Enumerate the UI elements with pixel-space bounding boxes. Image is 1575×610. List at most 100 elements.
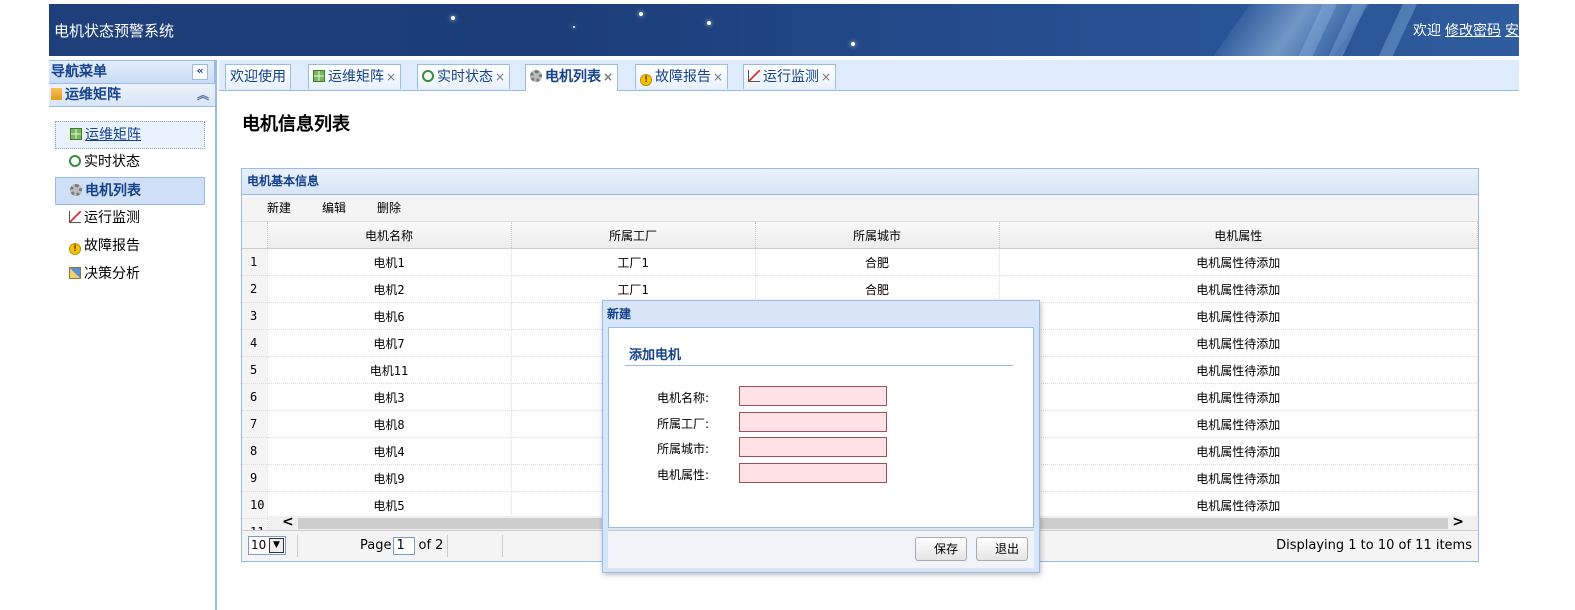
tab-close-icon[interactable]: × <box>713 70 723 84</box>
chart-icon <box>748 70 760 82</box>
double-chevron-left-icon[interactable]: « <box>192 64 208 80</box>
table-cell: 电机2 <box>267 275 512 303</box>
dialog-body: 添加电机 电机名称: 所属工厂: 所属城市: 电机属性: <box>608 327 1034 528</box>
sidebar-item-label: 实时状态 <box>84 154 140 170</box>
tab-close-icon[interactable]: × <box>821 70 831 84</box>
app-header: 电机状态预警系统 欢迎 修改密码安 <box>49 4 1519 56</box>
city-input[interactable] <box>739 437 887 457</box>
chevron-right-icon[interactable]: > <box>1452 514 1464 530</box>
panel-title: 电机基本信息 <box>242 169 1478 195</box>
factory-input[interactable] <box>739 412 887 432</box>
column-header[interactable]: 电机属性 <box>999 222 1478 249</box>
change-password-link[interactable]: 修改密码 <box>1445 23 1501 39</box>
tab-realtime-status[interactable]: 实时状态 × <box>417 64 511 89</box>
row-number: 2 <box>242 275 268 303</box>
tab-close-icon[interactable]: × <box>603 70 613 84</box>
table-cell: 合肥 <box>755 275 1000 303</box>
table-cell: 合肥 <box>755 248 1000 276</box>
sidebar-item-operation-monitor[interactable]: 运行监测 <box>55 205 205 233</box>
grid-toolbar: 新建 编辑 删除 <box>242 195 1478 222</box>
save-button[interactable]: 保存 <box>915 537 967 561</box>
sidebar-item-decision-analysis[interactable]: 决策分析 <box>55 261 205 289</box>
tab-close-icon[interactable]: × <box>495 70 505 84</box>
display-info: Displaying 1 to 10 of 11 items <box>1276 538 1472 553</box>
exit-button[interactable]: 退出 <box>976 537 1028 561</box>
sidebar-item-realtime-status[interactable]: 实时状态 <box>55 149 205 177</box>
row-number: 5 <box>242 356 268 384</box>
table-cell: 电机属性待添加 <box>999 383 1478 411</box>
tab-label: 电机列表 <box>545 69 601 85</box>
page-size-value: 10 <box>251 538 267 552</box>
tab-operation-monitor[interactable]: 运行监测 × <box>743 64 837 89</box>
tab-close-icon[interactable]: × <box>386 70 396 84</box>
table-cell: 电机属性待添加 <box>999 464 1478 492</box>
column-header[interactable]: 电机名称 <box>267 222 512 249</box>
new-button[interactable]: 新建 <box>267 195 291 221</box>
sidebar-item-label: 决策分析 <box>84 266 140 282</box>
pager-separator <box>297 535 298 557</box>
pencil-icon <box>69 267 81 279</box>
nav-menu-header: 导航菜单 « <box>49 60 215 84</box>
sidebar-item-label: 运行监测 <box>84 210 140 226</box>
table-cell: 电机11 <box>267 356 512 384</box>
field-label: 所属工厂: <box>657 417 710 431</box>
field-label: 电机属性: <box>657 468 710 482</box>
sidebar-item-fault-report[interactable]: ! 故障报告 <box>55 233 205 261</box>
row-number: 6 <box>242 383 268 411</box>
tab-label: 故障报告 <box>655 69 711 85</box>
form-row: 所属城市: <box>657 437 887 457</box>
page-size-select[interactable]: 10 ▼ <box>248 536 286 555</box>
table-cell: 电机属性待添加 <box>999 491 1478 519</box>
table-cell: 电机属性待添加 <box>999 248 1478 276</box>
folder-icon <box>51 88 62 100</box>
divider <box>625 365 1013 366</box>
dialog-subtitle: 添加电机 <box>629 348 682 363</box>
table-row[interactable]: 1 电机1 工厂1 合肥 电机属性待添加 <box>242 248 1478 276</box>
sidebar-item-motor-list[interactable]: 电机列表 <box>55 177 205 205</box>
header-user-links: 欢迎 修改密码安 <box>1409 20 1519 40</box>
pager-separator <box>447 535 448 557</box>
dialog-footer: 保存 退出 <box>608 530 1034 568</box>
edit-button[interactable]: 编辑 <box>322 195 346 221</box>
table-header-row: 电机名称 所属工厂 所属城市 电机属性 <box>242 222 1478 249</box>
table-cell: 电机属性待添加 <box>999 275 1478 303</box>
page-label: Page <box>360 538 392 553</box>
tab-ops-matrix[interactable]: 运维矩阵 × <box>308 64 402 89</box>
form-row: 电机属性: <box>657 463 887 483</box>
pager-separator <box>502 535 503 557</box>
tab-motor-list[interactable]: 电机列表 × <box>525 64 619 91</box>
table-cell: 电机9 <box>267 464 512 492</box>
page-number-input[interactable]: 1 <box>393 536 416 555</box>
welcome-text: 欢迎 <box>1413 23 1441 39</box>
column-header[interactable]: 所属城市 <box>755 222 1000 249</box>
grid-icon <box>313 70 325 82</box>
form-row: 电机名称: <box>657 386 887 406</box>
motor-name-input[interactable] <box>739 386 887 406</box>
row-number: 7 <box>242 410 268 438</box>
nav-menu: 运维矩阵 实时状态 电机列表 运行监测 ! 故障报告 决策分析 <box>49 121 215 289</box>
table-row[interactable]: 2 电机2 工厂1 合肥 电机属性待添加 <box>242 275 1478 303</box>
header-star <box>451 16 455 20</box>
delete-button[interactable]: 删除 <box>377 195 401 221</box>
chevron-left-icon[interactable]: < <box>282 514 294 530</box>
motor-attribute-input[interactable] <box>739 463 887 483</box>
sidebar: 导航菜单 « 运维矩阵 ︽ 运维矩阵 实时状态 电机列表 运行监测 ! 故障报告 … <box>49 60 217 610</box>
tab-fault-report[interactable]: ! 故障报告 × <box>635 64 729 89</box>
chevron-down-icon[interactable]: ▼ <box>269 538 284 553</box>
table-cell: 电机5 <box>267 491 512 519</box>
nav-menu-title: 导航菜单 <box>51 64 107 80</box>
nav-group-header[interactable]: 运维矩阵 ︽ <box>49 84 215 107</box>
table-cell: 电机7 <box>267 329 512 357</box>
sidebar-item-label: 电机列表 <box>85 183 141 199</box>
column-header[interactable]: 所属工厂 <box>511 222 756 249</box>
chevron-up-icon[interactable]: ︽ <box>197 84 209 106</box>
sidebar-item-ops-matrix[interactable]: 运维矩阵 <box>55 121 205 149</box>
logout-link[interactable]: 安 <box>1505 23 1519 39</box>
tab-bar: 欢迎使用 运维矩阵 × 实时状态 × 电机列表 × ! 故障报告 × 运行监测 × <box>219 60 1519 91</box>
tab-welcome[interactable]: 欢迎使用 <box>225 64 291 89</box>
chart-icon <box>69 211 81 223</box>
tab-label: 运维矩阵 <box>328 69 384 85</box>
header-star <box>573 26 575 28</box>
table-cell: 电机属性待添加 <box>999 410 1478 438</box>
field-label: 所属城市: <box>657 442 710 456</box>
